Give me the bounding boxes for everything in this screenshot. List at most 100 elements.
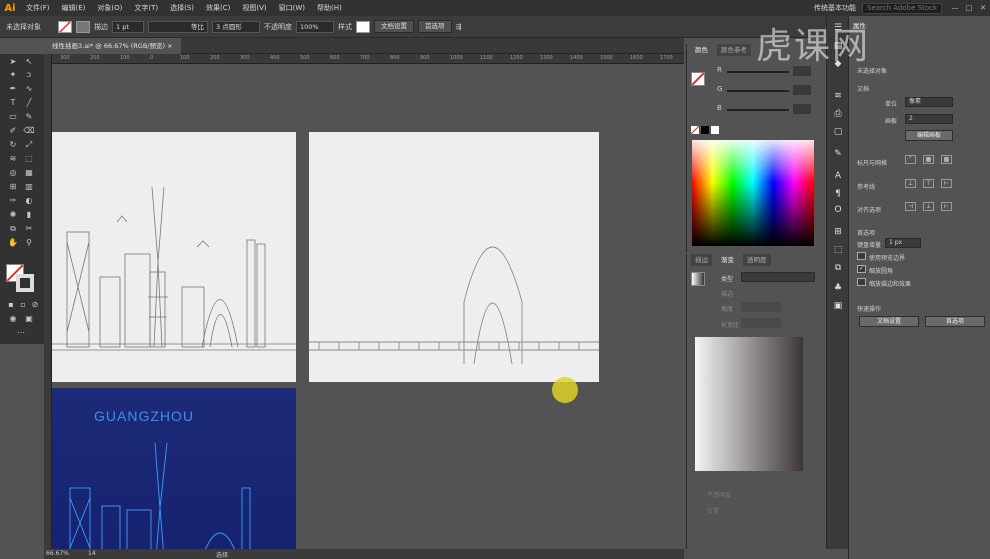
pencil-tool-icon[interactable]: ✎ (23, 112, 35, 122)
menu-effect[interactable]: 效果(C) (200, 3, 236, 13)
channel-b-slider[interactable] (727, 109, 789, 111)
menu-file[interactable]: 文件(F) (20, 3, 56, 13)
eyedropper-tool-icon[interactable]: ✑ (7, 196, 19, 206)
zoom-field[interactable]: 66.67% (46, 550, 69, 557)
warp-tool-icon[interactable]: ≋ (7, 154, 19, 164)
horizontal-ruler[interactable]: 300 200 100 0 100 200 300 400 500 600 700 800 900 100… (52, 54, 684, 64)
opacity-field[interactable]: 100% (296, 20, 334, 33)
artboards-icon[interactable]: ▢ (832, 126, 844, 138)
direct-selection-tool-icon[interactable]: ↖ (23, 57, 35, 67)
none-mode-icon[interactable]: ⊘ (29, 300, 41, 310)
smart-guides-icon[interactable]: ⊢ (941, 179, 952, 188)
eraser-tool-icon[interactable]: ⌫ (23, 126, 35, 136)
use-preview-bounds-checkbox[interactable] (857, 252, 866, 260)
pathfinder-icon[interactable]: ⧉ (832, 262, 844, 274)
gradient-mode-icon[interactable]: ▫ (17, 300, 29, 310)
perspective-grid-tool-icon[interactable]: ▦ (23, 168, 35, 178)
tab-color-guide[interactable]: 颜色参考 (717, 44, 751, 56)
paragraph-icon[interactable]: ¶ (832, 188, 844, 200)
gradient-preview[interactable] (695, 337, 803, 471)
style-swatch[interactable] (356, 20, 370, 33)
stroke-profile-select[interactable]: 等比 (148, 20, 208, 33)
menu-select[interactable]: 选择(S) (164, 3, 200, 13)
free-transform-tool-icon[interactable]: ⬚ (23, 154, 35, 164)
quick-doc-setup-button[interactable]: 文档设置 (859, 316, 919, 327)
ruler-toggle-icon[interactable]: ⌜ (905, 155, 916, 164)
asset-export-icon[interactable]: ⎙ (832, 108, 844, 120)
blend-tool-icon[interactable]: ◐ (23, 196, 35, 206)
snap-point-icon[interactable]: ⊣ (905, 202, 916, 211)
hand-tool-icon[interactable]: ✋ (7, 238, 19, 248)
artboard-select[interactable]: 2 (905, 114, 953, 124)
stroke-swatch[interactable] (76, 20, 90, 33)
screen-mode-icon[interactable]: ▣ (23, 314, 35, 324)
lasso-tool-icon[interactable]: ↄ (23, 70, 35, 80)
menu-window[interactable]: 窗口(W) (273, 3, 311, 13)
menu-type[interactable]: 文字(T) (128, 3, 164, 13)
zoom-tool-icon[interactable]: ⚲ (23, 238, 35, 248)
magic-wand-tool-icon[interactable]: ✦ (7, 70, 19, 80)
character-icon[interactable]: A (832, 170, 844, 182)
curvature-tool-icon[interactable]: ∿ (23, 84, 35, 94)
symbol-sprayer-tool-icon[interactable]: ✺ (7, 210, 19, 220)
close-window-button[interactable]: ✕ (976, 4, 990, 12)
preferences-button[interactable]: 首选项 (418, 20, 452, 33)
channel-g-value[interactable] (793, 85, 811, 95)
color-mode-icon[interactable]: ▪ (5, 300, 17, 310)
transparency-grid-icon[interactable]: ▩ (941, 155, 952, 164)
brush-select[interactable]: 3 点圆形 (212, 20, 260, 33)
snap-pixel-icon[interactable]: ⊥ (923, 202, 934, 211)
snap-grid-icon[interactable]: ⊢ (941, 202, 952, 211)
close-tab-icon[interactable]: × (167, 42, 172, 50)
aspect-ratio-field[interactable] (741, 318, 781, 328)
gradient-tool-icon[interactable]: ▥ (23, 182, 35, 192)
minimize-button[interactable]: — (948, 4, 962, 12)
fill-swatch[interactable] (58, 20, 72, 33)
align-icon[interactable]: ⊞ (832, 226, 844, 238)
vertical-ruler[interactable] (44, 54, 52, 549)
brushes-icon[interactable]: ✎ (832, 148, 844, 160)
document-setup-button[interactable]: 文档设置 (374, 20, 414, 33)
transform-icon[interactable]: ⬚ (832, 244, 844, 256)
stroke-box[interactable] (16, 274, 34, 292)
mesh-tool-icon[interactable]: ⊞ (7, 182, 19, 192)
gradient-angle-field[interactable] (741, 302, 781, 312)
none-swatch[interactable] (691, 126, 699, 134)
stroke-weight-field[interactable]: 1 pt (112, 20, 144, 33)
tab-transparency[interactable]: 透明度 (743, 254, 771, 266)
edit-artboards-button[interactable]: 编辑画板 (905, 130, 953, 141)
pen-tool-icon[interactable]: ✒ (7, 84, 19, 94)
artboard-arch[interactable] (309, 132, 599, 382)
selection-tool-icon[interactable]: ➤ (7, 57, 19, 67)
type-tool-icon[interactable]: T (7, 98, 19, 108)
line-tool-icon[interactable]: ╱ (23, 98, 35, 108)
brush-tool-icon[interactable]: ✐ (7, 126, 19, 136)
artboard-line-art[interactable] (52, 132, 296, 382)
layers-stack-icon[interactable]: ≋ (832, 90, 844, 102)
channel-b-value[interactable] (793, 104, 811, 114)
scale-strokes-checkbox[interactable] (857, 278, 866, 286)
maximize-button[interactable]: □ (962, 4, 976, 12)
scale-corners-checkbox[interactable]: ✓ (857, 265, 866, 273)
document-tab[interactable]: 线性插画3.ai* @ 66.67% (RGB/预览) × (44, 38, 181, 54)
shape-builder-tool-icon[interactable]: ◎ (7, 168, 19, 178)
show-guides-icon[interactable]: ⊥ (905, 179, 916, 188)
arrange-icon[interactable]: ⇶ (456, 23, 470, 31)
tab-color[interactable]: 颜色 (691, 44, 712, 56)
artboard-number-field[interactable]: 14 (88, 550, 96, 557)
graph-tool-icon[interactable]: ▮ (23, 210, 35, 220)
menu-view[interactable]: 视图(V) (236, 3, 272, 13)
grid-toggle-icon[interactable]: ▦ (923, 155, 934, 164)
white-swatch[interactable] (711, 126, 719, 134)
canvas-area[interactable]: GUANGZHOU (52, 64, 680, 549)
artboard-blue-neon[interactable]: GUANGZHOU (52, 388, 296, 549)
rectangle-tool-icon[interactable]: ▭ (7, 112, 19, 122)
black-swatch[interactable] (701, 126, 709, 134)
symbols-icon[interactable]: ♣ (832, 282, 844, 294)
artboard-tool-icon[interactable]: ⧉ (7, 224, 19, 234)
tab-stroke[interactable]: 描边 (691, 254, 712, 266)
menu-edit[interactable]: 编辑(E) (56, 3, 92, 13)
fill-stroke-widget[interactable] (6, 264, 36, 292)
menu-help[interactable]: 帮助(H) (311, 3, 348, 13)
keyboard-increment-field[interactable]: 1 px (885, 238, 921, 248)
